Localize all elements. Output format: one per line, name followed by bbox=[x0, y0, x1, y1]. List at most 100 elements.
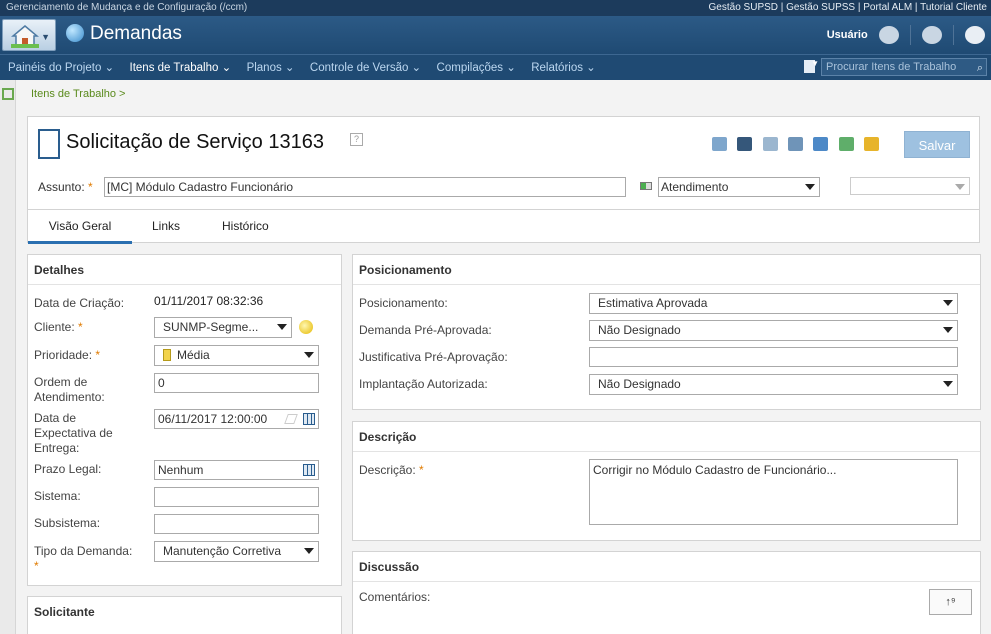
help-icon[interactable]: ? bbox=[350, 133, 363, 146]
chevron-down-icon: ▼ bbox=[41, 32, 50, 42]
positioning-label: Posicionamento: bbox=[359, 296, 448, 310]
positioning-select[interactable]: Estimativa Aprovada bbox=[589, 293, 958, 314]
state-select[interactable]: Atendimento bbox=[658, 177, 820, 197]
sort-button[interactable]: ↑⁹ bbox=[929, 589, 972, 615]
chevron-down-icon bbox=[943, 327, 953, 333]
deploy-select[interactable]: Não Designado bbox=[589, 374, 958, 395]
camera-icon[interactable] bbox=[737, 137, 753, 151]
divider bbox=[353, 451, 980, 452]
chevron-down-icon bbox=[943, 300, 953, 306]
main-nav: Painéis do Projeto ⌄ Itens de Trabalho ⌄… bbox=[0, 54, 991, 80]
top-links[interactable]: Gestão SUPSD | Gestão SUPSS | Portal ALM… bbox=[709, 0, 987, 16]
users-icon[interactable] bbox=[878, 26, 899, 44]
subsystem-field[interactable] bbox=[154, 514, 319, 534]
order-label: Ordem de Atendimento: bbox=[34, 375, 105, 404]
section-heading: Descrição bbox=[359, 430, 417, 444]
section-heading: Solicitante bbox=[34, 605, 95, 619]
chevron-down-icon bbox=[943, 381, 953, 387]
link-icon[interactable] bbox=[813, 137, 829, 151]
description-section: Descrição Descrição: * Corrigir no Módul… bbox=[352, 421, 981, 541]
chevron-down-icon bbox=[304, 352, 314, 358]
refresh-icon[interactable] bbox=[838, 137, 854, 151]
section-heading: Discussão bbox=[359, 560, 420, 574]
top-bar: Gerenciamento de Mudança e de Configuraç… bbox=[0, 0, 991, 16]
gear-icon[interactable] bbox=[921, 26, 942, 44]
tab-bar: Visão Geral Links Histórico bbox=[28, 209, 979, 244]
legal-deadline-label: Prazo Legal: bbox=[34, 462, 102, 476]
expected-date-field[interactable]: 06/11/2017 12:00:00 bbox=[154, 409, 319, 429]
nav-item-plans[interactable]: Planos ⌄ bbox=[247, 56, 295, 80]
duplicate-icon[interactable] bbox=[788, 137, 804, 151]
client-label: Cliente: * bbox=[34, 320, 83, 334]
lightbulb-icon[interactable] bbox=[299, 320, 313, 334]
nav-menu: Painéis do Projeto ⌄ Itens de Trabalho ⌄… bbox=[0, 55, 600, 81]
preapproved-label: Demanda Pré-Aprovada: bbox=[359, 323, 492, 337]
description-field[interactable]: Corrigir no Módulo Cadastro de Funcionár… bbox=[589, 459, 958, 525]
calendar-icon[interactable] bbox=[303, 464, 315, 476]
client-select[interactable]: SUNMP-Segme... bbox=[154, 317, 292, 338]
system-label: Sistema: bbox=[34, 489, 81, 503]
home-button[interactable]: ▼ bbox=[2, 19, 56, 51]
section-heading: Detalhes bbox=[34, 263, 85, 277]
globe-icon bbox=[66, 24, 84, 42]
chevron-down-icon bbox=[304, 548, 314, 554]
action-select[interactable] bbox=[850, 177, 970, 195]
state-icon bbox=[640, 182, 652, 190]
help-icon[interactable] bbox=[965, 26, 985, 44]
system-field[interactable] bbox=[154, 487, 319, 507]
divider bbox=[353, 284, 980, 285]
header: ▼ Demandas Usuário bbox=[0, 16, 991, 54]
nav-item-work-items[interactable]: Itens de Trabalho ⌄ bbox=[130, 56, 232, 80]
description-label: Descrição: * bbox=[359, 463, 424, 477]
nav-item-dashboards[interactable]: Painéis do Projeto ⌄ bbox=[8, 56, 114, 80]
subject-label: Assunto: * bbox=[38, 180, 93, 194]
project-title: Demandas bbox=[66, 23, 182, 45]
positioning-section: Posicionamento Posicionamento: Estimativ… bbox=[352, 254, 981, 410]
discussion-section: Discussão Comentários: ↑⁹ bbox=[352, 551, 981, 634]
toolbar bbox=[712, 137, 886, 154]
details-section: Detalhes Data de Criação: 01/11/2017 08:… bbox=[27, 254, 342, 586]
subsystem-label: Subsistema: bbox=[34, 516, 101, 530]
save-button[interactable]: Salvar bbox=[904, 131, 970, 158]
order-field[interactable]: 0 bbox=[154, 373, 319, 393]
nav-item-reports[interactable]: Relatórios ⌄ bbox=[531, 56, 596, 80]
divider bbox=[909, 25, 911, 45]
app-title: Gerenciamento de Mudança e de Configuraç… bbox=[6, 2, 248, 13]
justification-label: Justificativa Pré-Aprovação: bbox=[359, 350, 508, 364]
left-rail bbox=[0, 80, 16, 634]
chevron-down-icon bbox=[277, 324, 287, 330]
grid-icon[interactable] bbox=[2, 88, 14, 100]
nav-item-source-control[interactable]: Controle de Versão ⌄ bbox=[310, 56, 421, 80]
divider bbox=[28, 284, 341, 285]
preapproved-select[interactable]: Não Designado bbox=[589, 320, 958, 341]
chevron-down-icon bbox=[955, 184, 965, 190]
chevron-down-icon[interactable]: ▼ bbox=[811, 59, 819, 68]
demand-type-label: Tipo da Demanda: * bbox=[34, 544, 133, 573]
created-label: Data de Criação: bbox=[34, 296, 125, 310]
search-icon[interactable]: ⌕ bbox=[977, 60, 983, 76]
nav-item-builds[interactable]: Compilações ⌄ bbox=[437, 56, 516, 80]
tab-history[interactable]: Histórico bbox=[222, 210, 269, 244]
legal-deadline-field[interactable]: Nenhum bbox=[154, 460, 319, 480]
tab-links[interactable]: Links bbox=[152, 210, 180, 244]
divider bbox=[353, 581, 980, 582]
breadcrumb[interactable]: Itens de Trabalho > bbox=[31, 88, 125, 100]
divider bbox=[952, 25, 954, 45]
eraser-icon[interactable] bbox=[284, 414, 298, 424]
house-icon bbox=[11, 25, 39, 48]
search-input[interactable]: Procurar Itens de Trabalho ⌕ bbox=[821, 58, 987, 76]
expected-date-label: Data de Expectativa de Entrega: bbox=[34, 411, 113, 455]
priority-icon bbox=[163, 349, 171, 361]
copy-icon[interactable] bbox=[762, 137, 778, 151]
deploy-label: Implantação Autorizada: bbox=[359, 377, 488, 391]
comments-label: Comentários: bbox=[359, 590, 431, 604]
calendar-icon[interactable] bbox=[303, 413, 315, 425]
justification-field[interactable] bbox=[589, 347, 958, 367]
user-name[interactable]: Usuário bbox=[827, 29, 868, 41]
priority-select[interactable]: Média bbox=[154, 345, 319, 366]
print-icon[interactable] bbox=[712, 137, 727, 151]
tab-overview[interactable]: Visão Geral bbox=[28, 210, 132, 244]
sync-icon[interactable] bbox=[864, 137, 880, 151]
demand-type-select[interactable]: Manutenção Corretiva bbox=[154, 541, 319, 562]
subject-field[interactable]: [MC] Módulo Cadastro Funcionário bbox=[104, 177, 626, 197]
